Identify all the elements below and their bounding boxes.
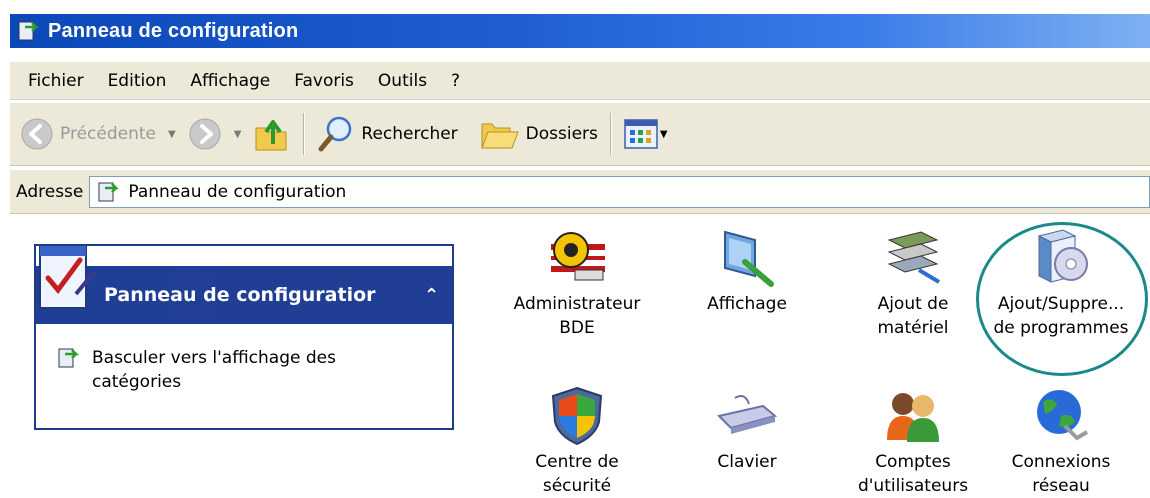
menu-fichier[interactable]: Fichier [16,67,96,95]
address-field[interactable]: Panneau de configuration [89,175,1150,208]
collapse-chevron-icon[interactable]: ⌃ [424,285,439,306]
user-accounts-icon [887,393,939,442]
item-add-hardware[interactable]: Ajout de matériel [828,226,998,340]
search-button[interactable]: Rechercher [313,110,461,158]
window-title: Panneau de configuration [48,19,299,42]
add-hardware-icon [887,231,941,284]
folders-label: Dossiers [525,124,598,144]
control-panel-icon [98,182,120,201]
display-icon [724,230,774,287]
views-icon [624,119,658,149]
item-security-center[interactable]: Centre de sécurité [492,386,662,498]
address-bar: Adresse Panneau de configuration [10,170,1150,214]
up-button[interactable] [249,110,295,158]
titlebar-bar[interactable]: Panneau de configuration [10,14,1150,48]
views-button[interactable]: ▼ [620,110,674,158]
side-panel: Panneau de configuratior ⌃ Basculer vers… [34,244,454,430]
toolbar-separator [303,113,306,155]
security-center-icon [551,386,603,446]
forward-button[interactable] [184,110,226,158]
menu-favoris[interactable]: Favoris [282,67,366,95]
network-connections-icon [1037,390,1089,441]
highlight-ellipse [976,222,1148,376]
item-keyboard[interactable]: Clavier [662,386,832,474]
forward-arrow-icon [189,118,221,150]
back-button[interactable]: Précédente [16,110,160,158]
item-label: Clavier [717,452,777,472]
item-network-connections[interactable]: Connexions réseau [976,386,1146,498]
views-dropdown-icon: ▼ [659,128,668,140]
back-dropdown-icon[interactable]: ▼ [168,129,176,140]
search-icon [318,116,352,152]
keyboard-icon [717,395,778,434]
content-area: Panneau de configuratior ⌃ Basculer vers… [10,216,1150,498]
side-panel-title: Panneau de configuratior [104,284,376,306]
forward-dropdown-icon[interactable]: ▼ [234,129,242,140]
bde-admin-icon [551,232,605,281]
switch-category-view-link[interactable]: Basculer vers l'affichage des catégories [56,346,412,394]
checklist-icon [39,245,96,309]
menu-help[interactable]: ? [439,67,472,95]
item-label: d'utilisateurs [857,476,969,496]
item-label: Administrateur [513,294,641,314]
menu-outils[interactable]: Outils [366,67,439,95]
menu-bar: Fichier Edition Affichage Favoris Outils… [10,62,1150,100]
item-label: Comptes [875,452,951,472]
item-display[interactable]: Affichage [662,226,832,316]
menu-edition[interactable]: Edition [96,67,179,95]
toolbar-separator-2 [609,113,612,155]
address-label: Adresse [16,181,84,202]
folders-icon [480,123,519,149]
menu-affichage[interactable]: Affichage [178,67,282,95]
control-panel-icon [58,348,80,368]
item-label: Ajout de [877,294,949,314]
item-label: réseau [1032,476,1090,496]
item-label: Affichage [707,294,787,314]
side-panel-header[interactable]: Panneau de configuratior ⌃ [36,245,452,324]
folders-button[interactable]: Dossiers [476,110,602,158]
item-label: sécurité [542,476,612,496]
switch-category-view-text: Basculer vers l'affichage des catégories [92,348,336,392]
address-value: Panneau de configuration [128,181,347,202]
toolbar: Précédente ▼ ▼ Rechercher Dossiers ▼ [10,102,1150,166]
search-label: Rechercher [361,124,458,144]
item-label: matériel [877,318,949,338]
control-panel-icon [18,21,40,41]
item-label: Centre de [535,452,619,472]
item-label: BDE [559,318,595,338]
item-user-accounts[interactable]: Comptes d'utilisateurs [828,386,998,498]
back-label: Précédente [60,124,156,144]
item-bde-admin[interactable]: Administrateur BDE [492,226,662,340]
back-arrow-icon [21,118,53,150]
item-label: Connexions [1011,452,1111,472]
window-titlebar: Panneau de configuration [0,0,1150,48]
folder-up-icon [255,120,287,151]
